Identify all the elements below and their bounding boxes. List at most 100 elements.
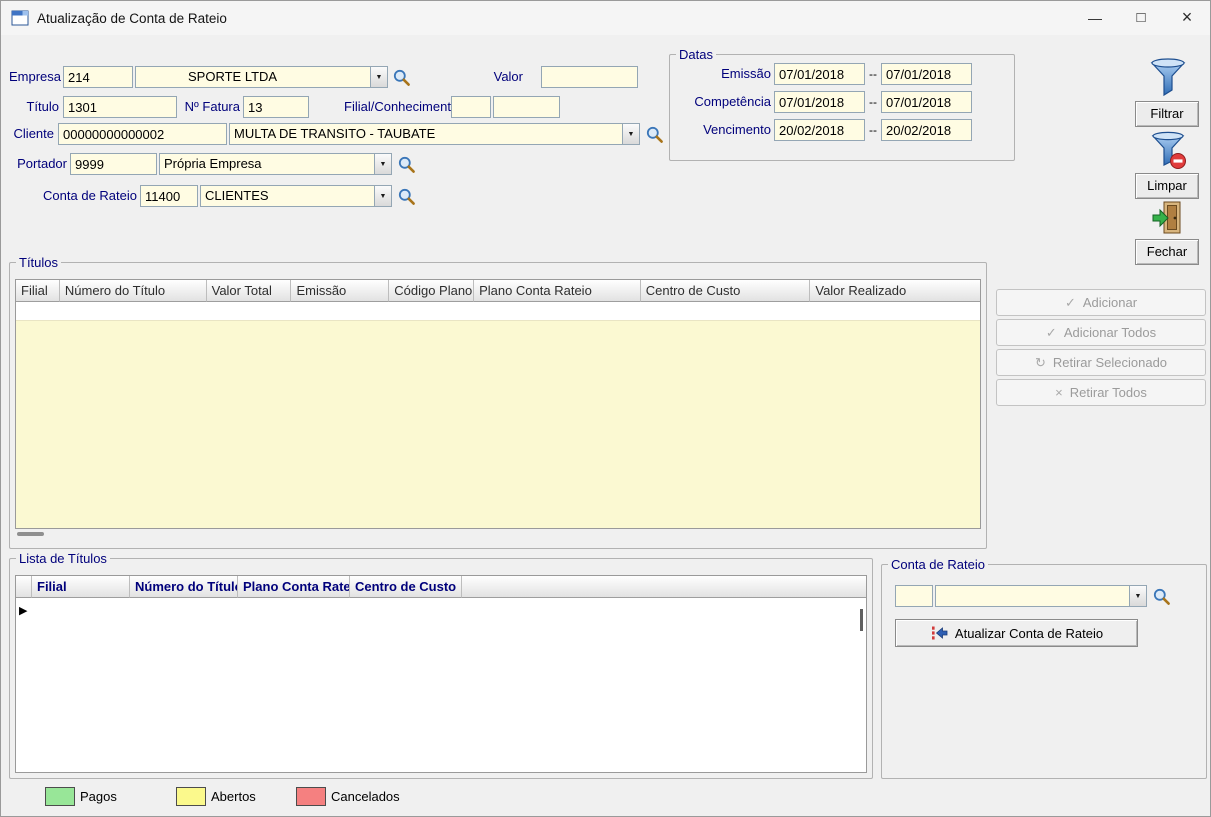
cancelados-color-swatch	[296, 787, 326, 806]
horizontal-scrollbar-thumb[interactable]	[17, 532, 44, 536]
column-header-filler	[462, 576, 866, 598]
dropdown-arrow-icon[interactable]: ▼	[374, 154, 391, 174]
filtrar-button[interactable]: Filtrar	[1135, 55, 1207, 129]
dropdown-arrow-icon[interactable]: ▼	[622, 124, 639, 144]
filter-clear-icon	[1151, 131, 1187, 174]
emissao-to-field[interactable]	[881, 63, 972, 85]
vencimento-label: Vencimento	[677, 119, 771, 141]
lista-titulos-table-header: Filial Número do Título Plano Conta Rate…	[16, 576, 866, 598]
portador-combo[interactable]: Própria Empresa ▼	[159, 153, 392, 175]
filtrar-button-label: Filtrar	[1135, 101, 1199, 127]
column-header[interactable]: Plano Conta Rateio	[474, 280, 641, 302]
row-indicator-header	[16, 576, 32, 598]
retirar-selecionado-button-label: Retirar Selecionado	[1053, 355, 1167, 370]
conta-rateio-panel-code-field[interactable]	[895, 585, 933, 607]
portador-code-field[interactable]	[70, 153, 157, 175]
retirar-selecionado-button[interactable]: ↻ Retirar Selecionado	[996, 349, 1206, 376]
portador-label: Portador	[9, 153, 67, 175]
abertos-color-swatch	[176, 787, 206, 806]
empresa-label: Empresa	[9, 66, 59, 88]
column-header[interactable]: Valor Total	[207, 280, 292, 302]
conta-rateio-panel-search-icon[interactable]	[1152, 587, 1171, 606]
atualizar-conta-rateio-button[interactable]: Atualizar Conta de Rateio	[895, 619, 1138, 647]
column-header[interactable]: Código Plano	[389, 280, 474, 302]
column-header[interactable]: Valor Realizado	[810, 280, 980, 302]
adicionar-button[interactable]: ✓ Adicionar	[996, 289, 1206, 316]
retirar-todos-button-label: Retirar Todos	[1070, 385, 1147, 400]
exit-door-icon	[1151, 199, 1185, 240]
column-header[interactable]: Plano Conta Rateio	[238, 576, 350, 598]
vencimento-from-field[interactable]	[774, 119, 865, 141]
lista-titulos-table[interactable]: Filial Número do Título Plano Conta Rate…	[15, 575, 867, 773]
adicionar-todos-button[interactable]: ✓ Adicionar Todos	[996, 319, 1206, 346]
remove-icon: ×	[1055, 385, 1063, 400]
filial-field[interactable]	[451, 96, 491, 118]
portador-search-icon[interactable]	[397, 155, 416, 174]
window: Atualização de Conta de Rateio — □ × Dat…	[0, 0, 1211, 817]
fatura-field[interactable]	[243, 96, 309, 118]
window-controls: — □ ×	[1072, 1, 1210, 34]
close-button[interactable]: ×	[1164, 1, 1210, 34]
dropdown-arrow-icon[interactable]: ▼	[1129, 586, 1146, 606]
emissao-range-separator: --	[867, 63, 879, 85]
emissao-label: Emissão	[677, 63, 771, 85]
cliente-combo[interactable]: MULTA DE TRANSITO - TAUBATE ▼	[229, 123, 640, 145]
cliente-code-field[interactable]	[58, 123, 227, 145]
empresa-search-icon[interactable]	[392, 68, 411, 87]
column-header[interactable]: Número do Título	[60, 280, 207, 302]
conta-rateio-name-text: CLIENTES	[201, 186, 374, 206]
pagos-color-swatch	[45, 787, 75, 806]
current-row-indicator-icon: ▶	[19, 604, 27, 617]
maximize-button[interactable]: □	[1118, 1, 1164, 34]
competencia-from-field[interactable]	[774, 91, 865, 113]
column-header[interactable]: Filial	[16, 280, 60, 302]
conta-rateio-panel-combo[interactable]: ▼	[935, 585, 1147, 607]
cliente-label: Cliente	[9, 123, 54, 145]
conhecimento-field[interactable]	[493, 96, 560, 118]
pagos-legend-label: Pagos	[80, 787, 117, 806]
vertical-scrollbar-thumb[interactable]	[860, 609, 863, 631]
limpar-button-label: Limpar	[1135, 173, 1199, 199]
fatura-label: Nº Fatura	[183, 96, 240, 118]
competencia-label: Competência	[677, 91, 771, 113]
column-header[interactable]: Emissão	[291, 280, 389, 302]
conta-rateio-code-field[interactable]	[140, 185, 198, 207]
empresa-combo[interactable]: SPORTE LTDA ▼	[135, 66, 388, 88]
valor-field[interactable]	[541, 66, 638, 88]
titulos-table[interactable]: Filial Número do Título Valor Total Emis…	[15, 279, 981, 529]
abertos-legend-label: Abertos	[211, 787, 256, 806]
conta-rateio-label: Conta de Rateio	[9, 185, 137, 207]
table-row[interactable]	[16, 302, 980, 321]
column-header[interactable]: Centro de Custo	[641, 280, 811, 302]
window-title: Atualização de Conta de Rateio	[37, 11, 227, 26]
cliente-name-text: MULTA DE TRANSITO - TAUBATE	[230, 124, 622, 144]
column-header[interactable]: Número do Título	[130, 576, 238, 598]
fechar-button[interactable]: Fechar	[1135, 197, 1207, 265]
limpar-button[interactable]: Limpar	[1135, 129, 1207, 199]
update-arrows-icon	[930, 625, 948, 641]
portador-name-text: Própria Empresa	[160, 154, 374, 174]
titulo-label: Título	[9, 96, 59, 118]
dropdown-arrow-icon[interactable]: ▼	[370, 67, 387, 87]
minimize-button[interactable]: —	[1072, 1, 1118, 34]
vencimento-to-field[interactable]	[881, 119, 972, 141]
dropdown-arrow-icon[interactable]: ▼	[374, 186, 391, 206]
conta-rateio-panel-name-text	[936, 586, 1129, 606]
empresa-code-field[interactable]	[63, 66, 133, 88]
titulo-field[interactable]	[63, 96, 177, 118]
conta-rateio-combo[interactable]: CLIENTES ▼	[200, 185, 392, 207]
conta-rateio-search-icon[interactable]	[397, 187, 416, 206]
competencia-to-field[interactable]	[881, 91, 972, 113]
titulos-table-header: Filial Número do Título Valor Total Emis…	[16, 280, 980, 302]
refresh-icon: ↻	[1035, 355, 1046, 371]
column-header[interactable]: Centro de Custo	[350, 576, 462, 598]
conta-rateio-panel-legend: Conta de Rateio	[888, 557, 988, 572]
retirar-todos-button[interactable]: × Retirar Todos	[996, 379, 1206, 406]
check-icon: ✓	[1065, 295, 1076, 311]
emissao-from-field[interactable]	[774, 63, 865, 85]
cliente-search-icon[interactable]	[645, 125, 664, 144]
column-header[interactable]: Filial	[32, 576, 130, 598]
atualizar-conta-rateio-button-label: Atualizar Conta de Rateio	[955, 626, 1103, 641]
fechar-button-label: Fechar	[1135, 239, 1199, 265]
lista-titulos-legend: Lista de Títulos	[16, 551, 110, 566]
